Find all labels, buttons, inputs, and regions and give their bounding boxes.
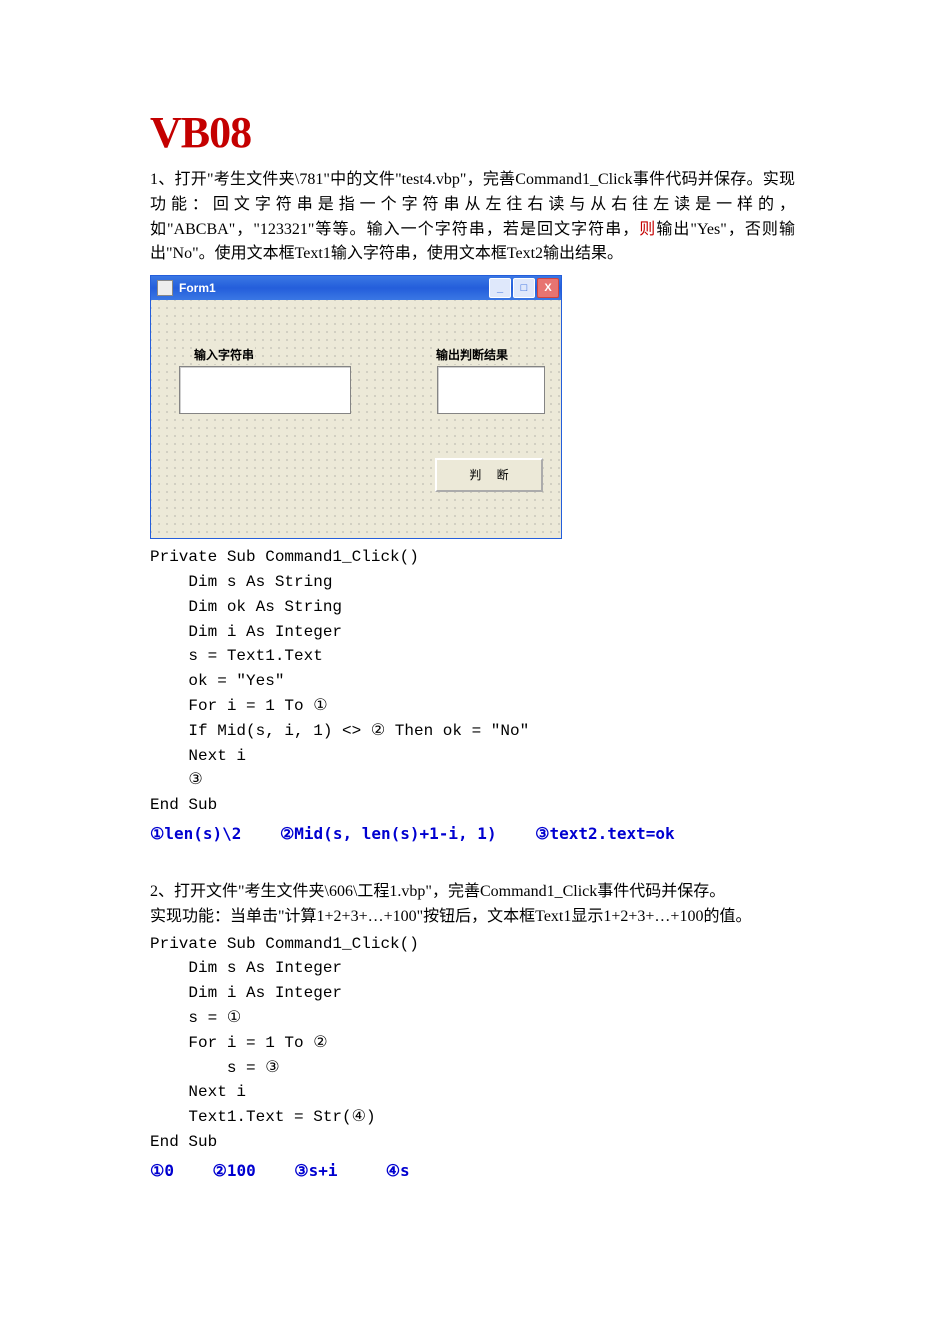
document-page: VB08 1、打开"考生文件夹\781"中的文件"test4.vbp"，完善Co… — [0, 0, 945, 1263]
question-2-line2: 实现功能：当单击"计算1+2+3+…+100"按钮后，文本框Text1显示1+2… — [150, 905, 795, 930]
minimize-button[interactable]: _ — [489, 278, 511, 298]
answers-2: ①0 ②100 ③s+i ④s — [150, 1159, 795, 1183]
window-title: Form1 — [179, 279, 216, 297]
text1-input[interactable] — [179, 366, 351, 414]
code-block-1: Private Sub Command1_Click() Dim s As St… — [150, 545, 795, 818]
doc-title: VB08 — [150, 100, 795, 166]
titlebar: Form1 _ □ X — [151, 276, 561, 300]
question-1-text: 1、打开"考生文件夹\781"中的文件"test4.vbp"，完善Command… — [150, 168, 795, 267]
app-icon — [157, 280, 173, 296]
answers-1: ①len(s)\2 ②Mid(s, len(s)+1-i, 1) ③text2.… — [150, 822, 795, 846]
judge-button[interactable]: 判 断 — [435, 458, 543, 492]
code-block-2: Private Sub Command1_Click() Dim s As In… — [150, 932, 795, 1155]
maximize-button[interactable]: □ — [513, 278, 535, 298]
label-input-string: 输入字符串 — [193, 346, 255, 364]
window-buttons: _ □ X — [489, 278, 559, 298]
close-button[interactable]: X — [537, 278, 559, 298]
question-2-line1: 2、打开文件"考生文件夹\606\工程1.vbp"，完善Command1_Cli… — [150, 880, 795, 905]
title-left: Form1 — [157, 279, 216, 297]
label-output-result: 输出判断结果 — [435, 346, 509, 364]
q1-red: 则 — [639, 221, 656, 238]
text2-output[interactable] — [437, 366, 545, 414]
vb-form-window: Form1 _ □ X 输入字符串 输出判断结果 判 断 — [150, 275, 562, 539]
form-client-area: 输入字符串 输出判断结果 判 断 — [151, 300, 561, 538]
